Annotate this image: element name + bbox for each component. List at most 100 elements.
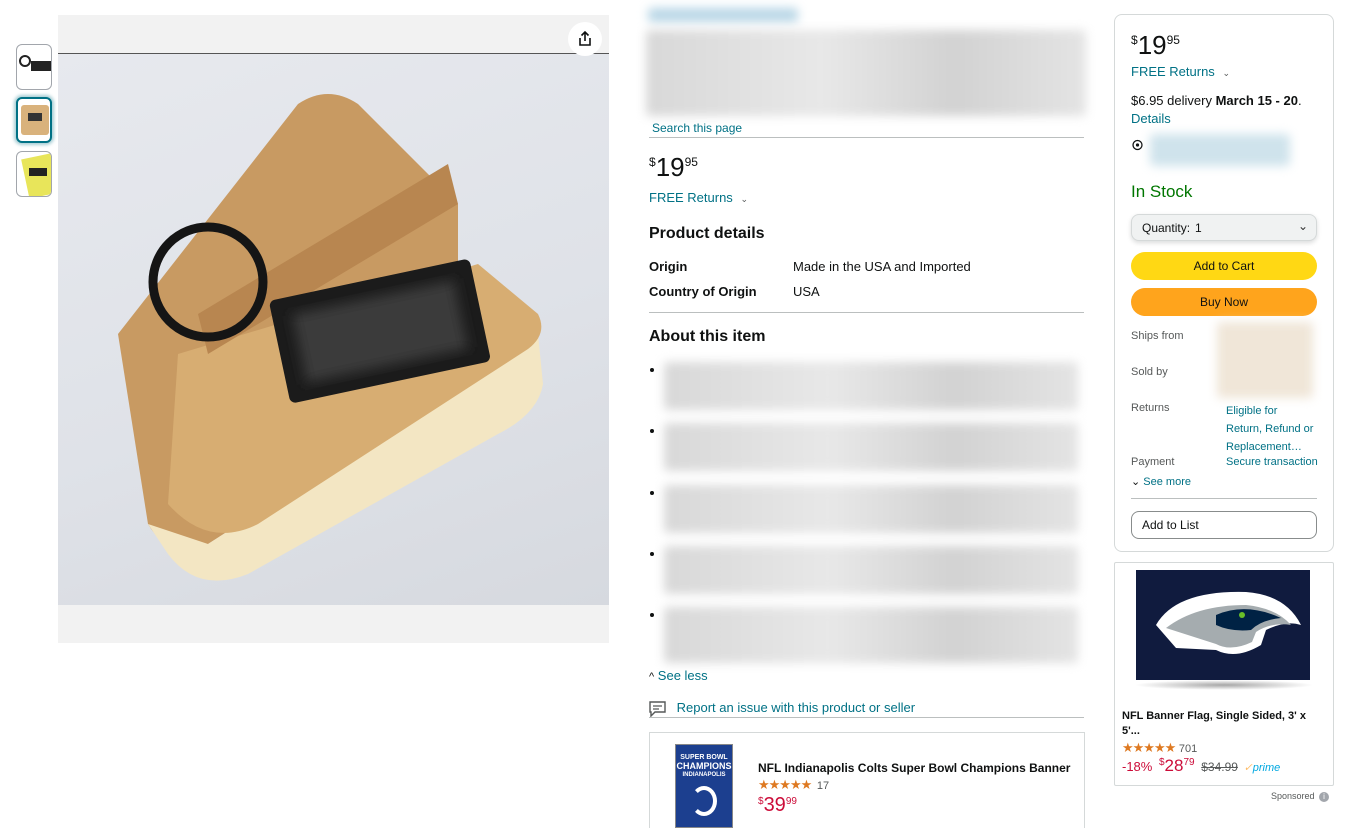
buy-now-button[interactable]: Buy Now (1131, 288, 1317, 316)
share-icon (579, 30, 591, 46)
chevron-down-icon: ⌄ (1131, 476, 1141, 488)
thumbnail-2[interactable] (16, 97, 52, 143)
buybox-price: $1995 (1131, 30, 1180, 61)
keychain-thumb-shape (31, 61, 51, 71)
keychain-thumb-shape (28, 113, 42, 121)
free-returns-link[interactable]: FREE Returns ⌄ (649, 190, 748, 205)
price-whole: 19 (655, 152, 685, 182)
bullet-dot (650, 613, 654, 617)
price-whole: 39 (763, 794, 786, 816)
delivery-date: March 15 - 20 (1215, 93, 1298, 108)
price-fraction: 79 (1183, 757, 1195, 768)
ad-price: $2879 (1159, 756, 1195, 775)
price-whole: 28 (1164, 756, 1184, 775)
divider (649, 137, 1084, 138)
bottom-product-title[interactable]: NFL Indianapolis Colts Super Bowl Champi… (758, 761, 1070, 775)
redacted-bullet-2 (664, 423, 1078, 471)
info-icon: i (1319, 792, 1330, 802)
returns-value-line-3: Replacement… (1226, 441, 1302, 453)
returns-value-line-2: Return, Refund or (1226, 423, 1314, 435)
redacted-brand-link[interactable] (648, 8, 798, 22)
delivery-fee: $6.95 delivery (1131, 93, 1212, 108)
check-icon: ✓ (1243, 762, 1253, 774)
report-issue-row[interactable]: Report an issue with this product or sel… (649, 700, 915, 718)
redacted-delivery-location[interactable] (1150, 134, 1290, 166)
detail-value-country: USA (793, 284, 820, 299)
delivery-suffix: . (1297, 93, 1302, 108)
sponsored-text: Sponsored (1271, 791, 1315, 801)
see-less-link[interactable]: ^ See less (649, 668, 708, 683)
sponsored-label[interactable]: Sponsored i (1271, 791, 1330, 802)
redacted-bullet-5 (664, 607, 1078, 663)
payment-label: Payment (1131, 456, 1175, 468)
redacted-bullet-3 (664, 485, 1078, 533)
redacted-bullet-4 (664, 546, 1078, 594)
horseshoe-logo-icon (691, 786, 717, 816)
report-issue-link[interactable]: Report an issue with this product or sel… (677, 700, 915, 715)
divider (649, 717, 1084, 718)
list-price: $34.99 (1201, 760, 1238, 774)
delivery-details-link[interactable]: Details (1131, 111, 1171, 126)
bullet-dot (650, 491, 654, 495)
quantity-select[interactable]: Quantity: 1 ⌄ (1131, 214, 1317, 241)
ad-title-line-1: NFL Banner Flag, Single Sided, 3' x (1122, 710, 1306, 722)
star-rating-icon: ★★★★★ (1122, 740, 1176, 755)
add-to-list-button[interactable]: Add to List (1131, 511, 1317, 539)
see-more-link[interactable]: ⌄ See more (1131, 475, 1191, 488)
price-fraction: 95 (684, 155, 698, 169)
free-returns-label: FREE Returns (1131, 64, 1215, 79)
review-count[interactable]: 701 (1179, 743, 1197, 755)
banner-line-3: INDIANAPOLIS (682, 772, 726, 778)
divider (1131, 498, 1317, 499)
ships-from-label: Ships from (1131, 330, 1184, 342)
free-returns-label: FREE Returns (649, 190, 733, 205)
flag-shadow (1134, 680, 1314, 690)
redacted-bullet-1 (664, 362, 1078, 410)
chevron-down-icon: ⌄ (740, 194, 748, 204)
ad-title[interactable]: NFL Banner Flag, Single Sided, 3' x 5'..… (1122, 709, 1306, 739)
colts-banner-image[interactable]: SUPER BOWL CHAMPIONS INDIANAPOLIS (675, 744, 733, 828)
buybox-free-returns-link[interactable]: FREE Returns ⌄ (1131, 64, 1230, 79)
thumbnail-1[interactable] (16, 44, 52, 90)
main-product-image[interactable] (58, 53, 609, 605)
detail-key-country: Country of Origin (649, 284, 757, 299)
bullet-dot (650, 429, 654, 433)
ad-rating: ★★★★★ 701 (1122, 740, 1197, 756)
see-less-label: See less (657, 668, 708, 683)
chevron-down-icon: ⌄ (1222, 68, 1230, 78)
redacted-seller-info[interactable] (1217, 322, 1313, 398)
about-heading: About this item (649, 328, 766, 345)
bullet-dot (650, 368, 654, 372)
keyring-thumb-icon (19, 55, 31, 67)
bottom-product-price: $3999 (758, 794, 797, 817)
price-whole: 19 (1137, 30, 1167, 60)
stock-status: In Stock (1131, 182, 1193, 201)
share-button[interactable] (568, 22, 602, 56)
banner-line-2: CHAMPIONS (676, 761, 732, 771)
price-symbol: $ (649, 155, 656, 169)
add-to-cart-button[interactable]: Add to Cart (1131, 252, 1317, 280)
comment-icon (649, 700, 666, 718)
price-symbol: $ (758, 796, 764, 807)
review-count[interactable]: 17 (817, 780, 829, 792)
seahawks-flag-image[interactable] (1136, 570, 1310, 680)
price-fraction: 95 (1166, 33, 1180, 47)
search-page-link[interactable]: Search this page (652, 121, 742, 135)
chevron-up-icon: ^ (649, 671, 655, 683)
product-photo-illustration (118, 94, 543, 581)
price-symbol: $ (1131, 33, 1138, 47)
price-fraction: 99 (785, 796, 797, 807)
ad-price-row: -18% $2879 $34.99 ✓prime (1122, 756, 1280, 776)
prime-badge: ✓prime (1244, 762, 1281, 774)
redacted-product-title (646, 30, 1086, 116)
location-pin-icon (1131, 139, 1144, 155)
returns-policy-link[interactable]: Eligible for Return, Refund or Replaceme… (1226, 402, 1313, 456)
product-price: $1995 (649, 152, 698, 183)
quantity-label: Quantity: (1142, 220, 1191, 235)
secure-transaction-link[interactable]: Secure transaction (1226, 456, 1318, 468)
detail-value-origin: Made in the USA and Imported (793, 259, 971, 274)
star-rating-icon: ★★★★★ (758, 777, 812, 792)
thumbnail-3[interactable] (16, 151, 52, 197)
bottom-product-rating: ★★★★★ 17 (758, 777, 829, 793)
seahawk-logo-icon (1156, 591, 1301, 654)
